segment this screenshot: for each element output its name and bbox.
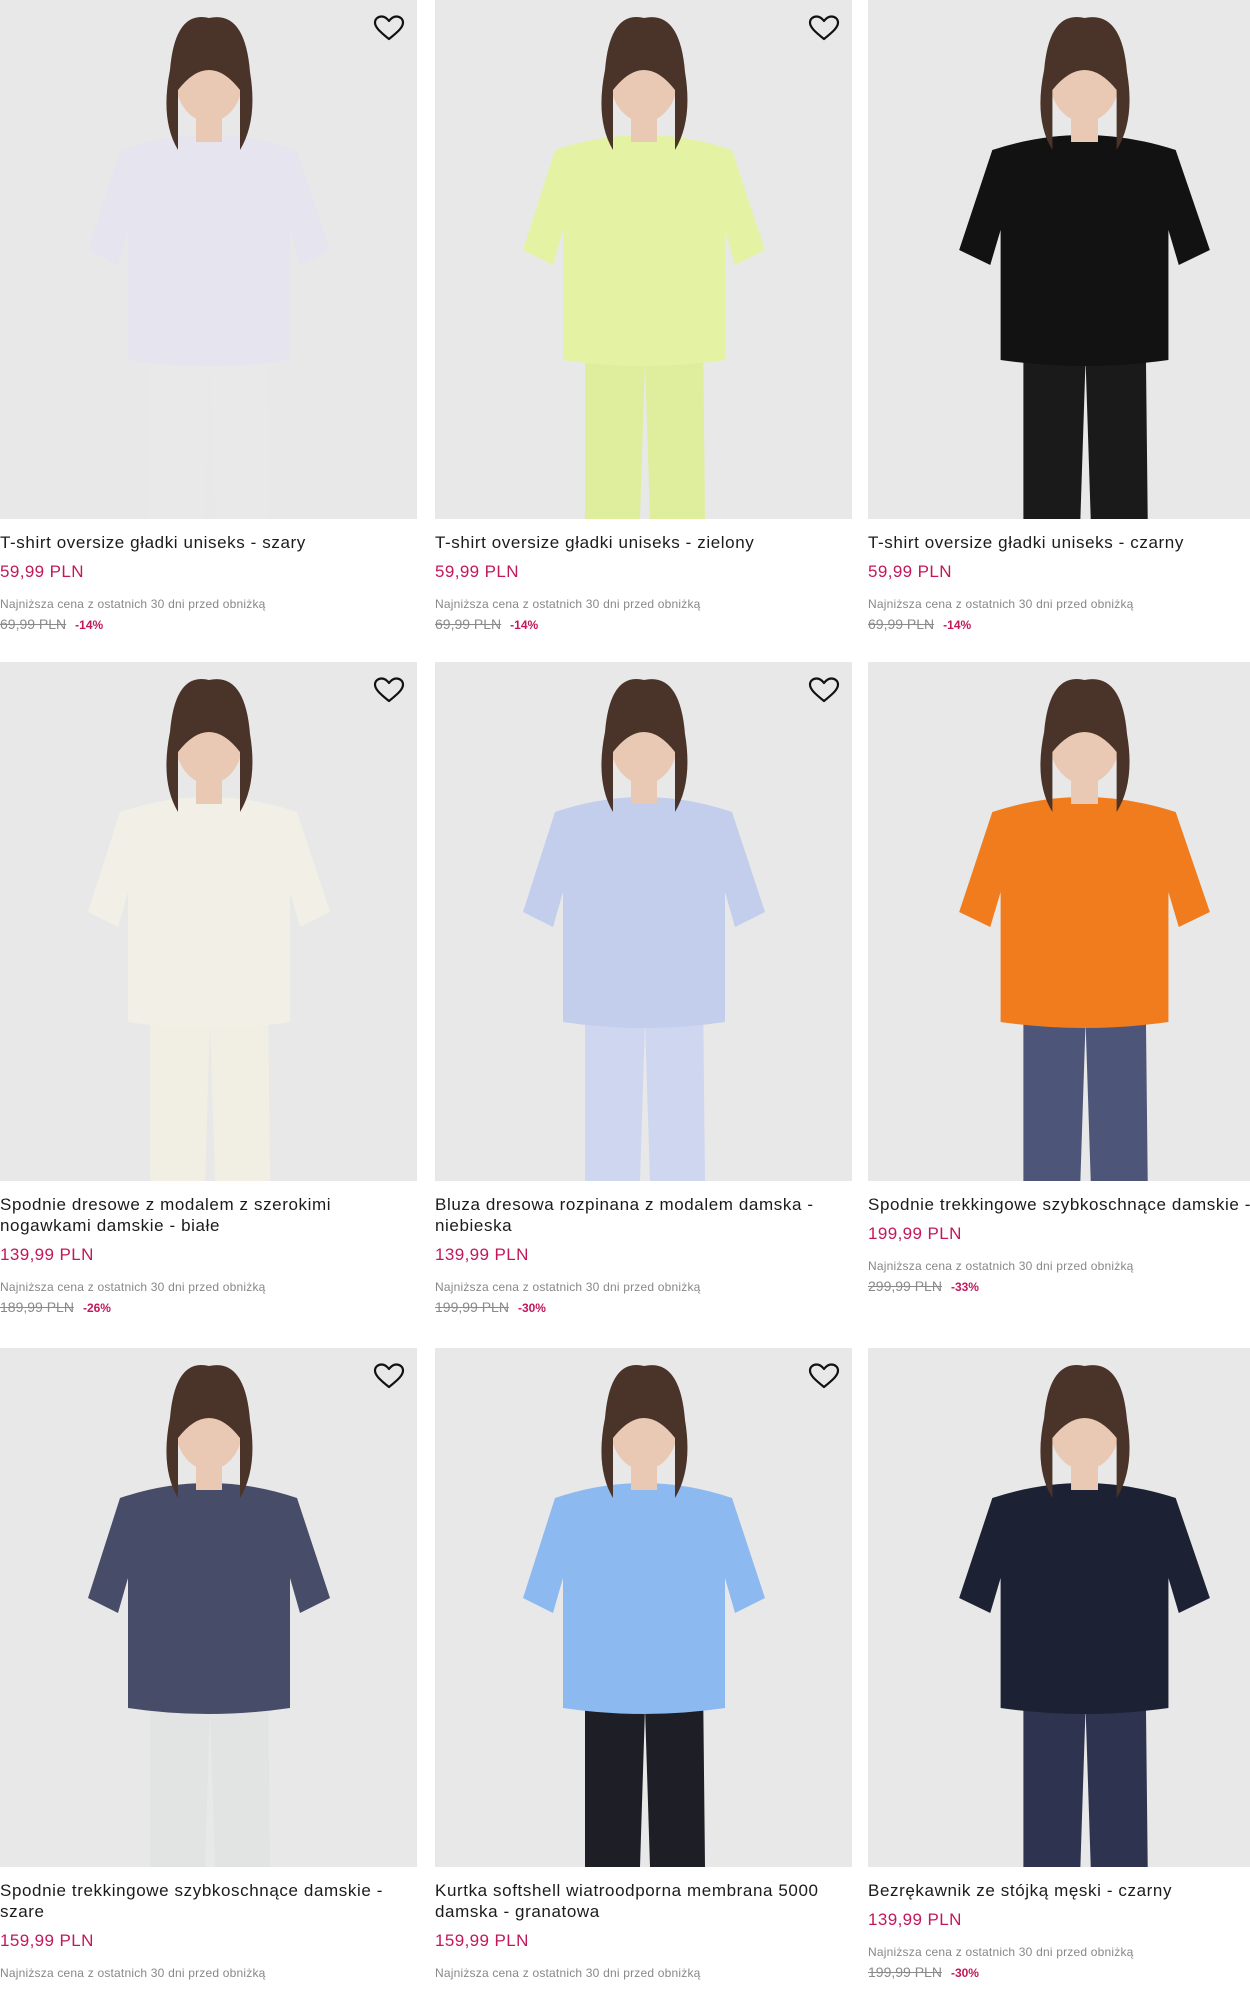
product-info: Kurtka softshell wiatroodporna membrana … — [435, 1880, 845, 1980]
product-photo[interactable] — [435, 1348, 852, 1867]
discount-badge: -14% — [943, 618, 972, 632]
lowest-price-label: Najniższa cena z ostatnich 30 dni przed … — [435, 1966, 701, 1980]
product-name[interactable]: T-shirt oversize gładki uniseks - czarny — [868, 532, 1250, 553]
old-price: 189,99 PLN — [0, 1299, 74, 1315]
product-price: 159,99 PLN — [0, 1931, 94, 1950]
product-name[interactable]: Bluza dresowa rozpinana z modalem damska… — [435, 1194, 845, 1236]
lowest-price-label: Najniższa cena z ostatnich 30 dni przed … — [0, 1280, 266, 1294]
product-photo[interactable] — [435, 0, 852, 519]
product-info: T-shirt oversize gładki uniseks - zielon… — [435, 532, 845, 632]
discount-badge: -14% — [75, 618, 104, 632]
lowest-price-label: Najniższa cena z ostatnich 30 dni przed … — [0, 1966, 266, 1980]
product-info: Bluza dresowa rozpinana z modalem damska… — [435, 1194, 845, 1315]
product-name[interactable]: Kurtka softshell wiatroodporna membrana … — [435, 1880, 845, 1922]
product-price: 139,99 PLN — [0, 1245, 94, 1264]
model-photo — [435, 662, 852, 1181]
product-photo[interactable] — [435, 662, 852, 1181]
old-price: 69,99 PLN — [868, 616, 935, 632]
discount-badge: -33% — [950, 1280, 979, 1294]
favorite-button[interactable] — [806, 674, 842, 706]
product-name[interactable]: T-shirt oversize gładki uniseks - zielon… — [435, 532, 845, 553]
product-price: 139,99 PLN — [868, 1910, 962, 1929]
old-price-row: 69,99 PLN -14% — [0, 616, 410, 632]
product-price: 139,99 PLN — [435, 1245, 529, 1264]
model-photo — [868, 662, 1250, 1181]
product-info: Spodnie trekkingowe szybkoschnące damski… — [0, 1880, 410, 1980]
product-price: 59,99 PLN — [435, 562, 519, 581]
favorite-button[interactable] — [371, 674, 407, 706]
product-photo[interactable] — [868, 0, 1250, 519]
product-name[interactable]: Bezrękawnik ze stójką męski - czarny — [868, 1880, 1250, 1901]
product-price: 59,99 PLN — [868, 562, 952, 581]
product-photo[interactable] — [868, 1348, 1250, 1867]
model-photo — [435, 0, 852, 519]
favorite-button[interactable] — [806, 1360, 842, 1392]
old-price-row: 199,99 PLN -30% — [435, 1299, 845, 1315]
favorite-button[interactable] — [371, 1360, 407, 1392]
product-photo[interactable] — [0, 1348, 417, 1867]
heart-outline-icon — [373, 15, 405, 41]
heart-outline-icon — [808, 677, 840, 703]
product-info: Spodnie dresowe z modalem z szerokimi no… — [0, 1194, 410, 1315]
product-price: 59,99 PLN — [0, 562, 84, 581]
old-price-row: 299,99 PLN -33% — [868, 1278, 1250, 1294]
product-name[interactable]: Spodnie trekkingowe szybkoschnące damski… — [0, 1880, 410, 1922]
product-photo[interactable] — [868, 662, 1250, 1181]
old-price: 199,99 PLN — [868, 1964, 942, 1980]
discount-badge: -26% — [82, 1301, 111, 1315]
product-name[interactable]: Spodnie dresowe z modalem z szerokimi no… — [0, 1194, 410, 1236]
model-photo — [0, 1348, 417, 1867]
old-price: 199,99 PLN — [435, 1299, 509, 1315]
model-photo — [0, 0, 417, 519]
model-photo — [0, 662, 417, 1181]
old-price: 299,99 PLN — [868, 1278, 942, 1294]
lowest-price-label: Najniższa cena z ostatnich 30 dni przed … — [868, 597, 1134, 611]
discount-badge: -14% — [510, 618, 539, 632]
old-price-row: 69,99 PLN -14% — [435, 616, 845, 632]
discount-badge: -30% — [517, 1301, 546, 1315]
heart-outline-icon — [373, 677, 405, 703]
old-price: 69,99 PLN — [435, 616, 502, 632]
favorite-button[interactable] — [371, 12, 407, 44]
product-photo[interactable] — [0, 662, 417, 1181]
model-photo — [868, 1348, 1250, 1867]
product-info: Bezrękawnik ze stójką męski - czarny 139… — [868, 1880, 1250, 1980]
model-photo — [435, 1348, 852, 1867]
old-price: 69,99 PLN — [0, 616, 67, 632]
old-price-row: 189,99 PLN -26% — [0, 1299, 410, 1315]
old-price-row: 69,99 PLN -14% — [868, 616, 1250, 632]
favorite-button[interactable] — [806, 12, 842, 44]
lowest-price-label: Najniższa cena z ostatnich 30 dni przed … — [435, 1280, 701, 1294]
lowest-price-label: Najniższa cena z ostatnich 30 dni przed … — [0, 597, 266, 611]
old-price-row: 199,99 PLN -30% — [868, 1964, 1250, 1980]
model-photo — [868, 0, 1250, 519]
product-info: T-shirt oversize gładki uniseks - szary … — [0, 532, 410, 632]
product-price: 199,99 PLN — [868, 1224, 962, 1243]
product-name[interactable]: T-shirt oversize gładki uniseks - szary — [0, 532, 410, 553]
product-grid: T-shirt oversize gładki uniseks - szary … — [0, 0, 1250, 1992]
discount-badge: -30% — [950, 1966, 979, 1980]
product-photo[interactable] — [0, 0, 417, 519]
lowest-price-label: Najniższa cena z ostatnich 30 dni przed … — [435, 597, 701, 611]
heart-outline-icon — [808, 15, 840, 41]
heart-outline-icon — [808, 1363, 840, 1389]
product-price: 159,99 PLN — [435, 1931, 529, 1950]
product-info: T-shirt oversize gładki uniseks - czarny… — [868, 532, 1250, 632]
heart-outline-icon — [373, 1363, 405, 1389]
lowest-price-label: Najniższa cena z ostatnich 30 dni przed … — [868, 1945, 1134, 1959]
product-info: Spodnie trekkingowe szybkoschnące damski… — [868, 1194, 1250, 1294]
lowest-price-label: Najniższa cena z ostatnich 30 dni przed … — [868, 1259, 1134, 1273]
product-name[interactable]: Spodnie trekkingowe szybkoschnące damski… — [868, 1194, 1250, 1215]
